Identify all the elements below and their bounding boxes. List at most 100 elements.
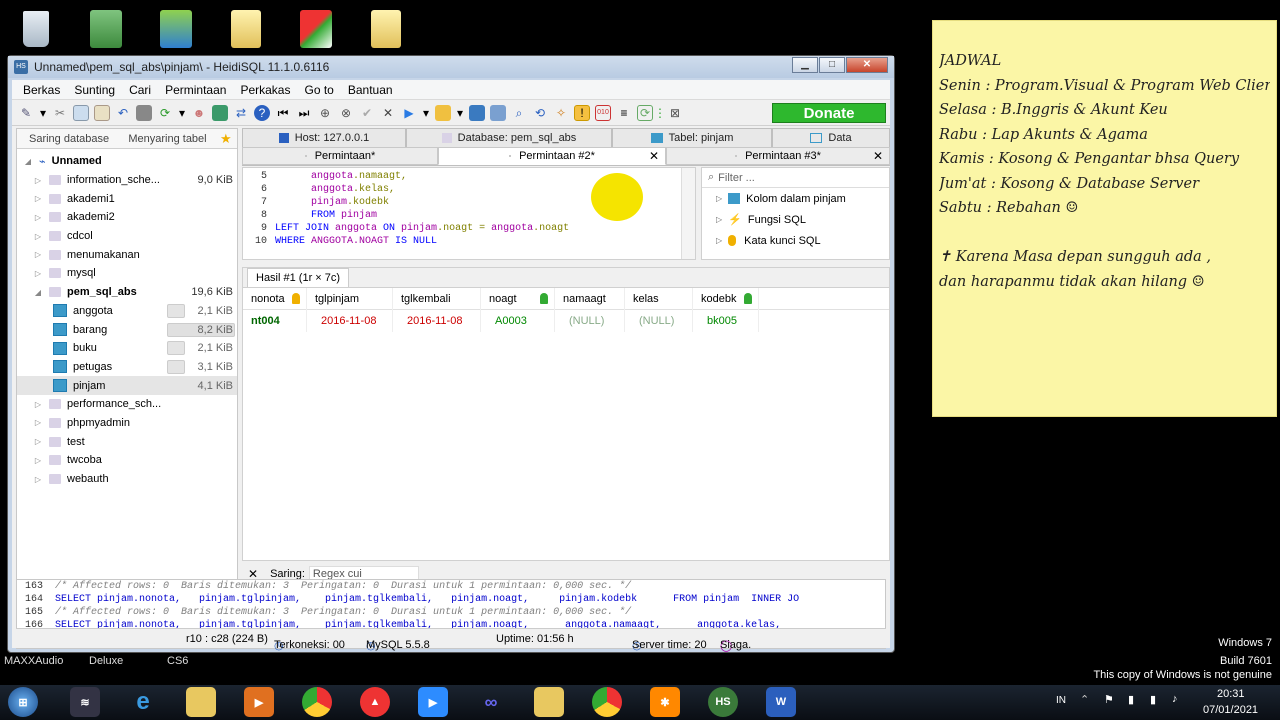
print-icon[interactable]: [136, 104, 152, 121]
tree-database[interactable]: ▷ menumakanan: [17, 245, 237, 264]
result-grid[interactable]: nonota tglpinjam tglkembali noagt namaagt kel…: [243, 287, 889, 332]
open-file-icon[interactable]: [435, 104, 451, 121]
start-button[interactable]: ⊞: [8, 687, 38, 717]
log-warnings-icon[interactable]: !: [574, 104, 590, 121]
tree-database[interactable]: ▷ webauth: [17, 470, 237, 489]
menu-bantuan[interactable]: Bantuan: [341, 83, 400, 97]
tree-table[interactable]: barang 8,2 KiB: [17, 320, 237, 339]
table-cell[interactable]: (NULL): [555, 310, 625, 332]
undo-icon[interactable]: ↶: [115, 105, 131, 121]
tab-table[interactable]: Tabel: pinjam: [612, 128, 772, 147]
maximize-button[interactable]: □: [819, 57, 845, 73]
menu-berkas[interactable]: Berkas: [16, 83, 67, 97]
column-header[interactable]: namaagt: [555, 287, 625, 310]
filter-database-tab[interactable]: Saring database: [17, 133, 116, 145]
media-player-icon[interactable]: ▶: [244, 687, 274, 717]
help-icon[interactable]: ?: [254, 104, 270, 121]
infinity-icon[interactable]: ∞: [476, 687, 506, 717]
table-cell[interactable]: 2016-11-08: [307, 310, 393, 332]
tree-database[interactable]: ▷ test: [17, 432, 237, 451]
title-bar[interactable]: HS Unnamed\pem_sql_abs\pinjam\ - HeidiSQ…: [8, 56, 894, 78]
menu-go-to[interactable]: Go to: [297, 83, 340, 97]
close-tab-icon[interactable]: ✕: [649, 149, 659, 163]
save-icon[interactable]: [469, 104, 485, 121]
filter-table-tab[interactable]: Menyaring tabel: [116, 133, 214, 145]
xampp-icon[interactable]: ✱: [650, 687, 680, 717]
sticky-note[interactable]: JADWAL Senin : Program.Visual & Program W…: [932, 20, 1277, 417]
tray-expand-icon[interactable]: ⌃: [1080, 693, 1089, 706]
tab-query-1[interactable]: Permintaan*: [242, 147, 438, 165]
save-snippet-icon[interactable]: [490, 104, 506, 121]
column-header[interactable]: noagt: [481, 287, 555, 310]
tree-root[interactable]: ◢ ⌁ Unnamed: [17, 152, 237, 171]
tree-table[interactable]: anggota 2,1 KiB: [17, 302, 237, 321]
reformat-icon[interactable]: ✧: [553, 105, 569, 121]
chrome-icon[interactable]: [592, 687, 622, 717]
close-tab-icon[interactable]: ✕: [873, 149, 883, 163]
export-icon[interactable]: ⇄: [233, 105, 249, 121]
dropdown-arrow-icon[interactable]: ▾: [39, 105, 47, 121]
menu-perkakas[interactable]: Perkakas: [233, 83, 297, 97]
first-record-icon[interactable]: ⏮: [275, 105, 291, 121]
tab-data[interactable]: Data: [772, 128, 890, 147]
clock-date[interactable]: 07/01/2021: [1203, 704, 1258, 716]
sql-editor[interactable]: 5 anggota .namaagt, 6 anggota .kelas, 7 pinj…: [242, 167, 696, 260]
helper-filter-input[interactable]: ⌕ Filter ...: [702, 168, 889, 188]
menu-sunting[interactable]: Sunting: [67, 83, 122, 97]
helper-item[interactable]: ▷ Kolom dalam pinjam: [702, 188, 889, 209]
disconnect-icon[interactable]: ✂: [52, 105, 68, 121]
desktop-label[interactable]: MAXXAudio: [4, 655, 63, 667]
replace-icon[interactable]: ⟲: [532, 105, 548, 121]
internet-explorer-icon[interactable]: e: [128, 687, 158, 717]
menu-permintaan[interactable]: Permintaan: [158, 83, 233, 97]
column-header[interactable]: nonota: [243, 287, 307, 310]
binary-display-icon[interactable]: 010: [595, 104, 611, 121]
desktop-label[interactable]: Deluxe: [89, 655, 123, 667]
minimize-button[interactable]: ▁: [792, 57, 818, 73]
refresh-icon[interactable]: ⟳: [157, 105, 173, 121]
folder-icon[interactable]: [364, 6, 408, 52]
tree-database-active[interactable]: ◢ pem_sql_abs 19,6 KiB: [17, 283, 237, 302]
tab-query-3[interactable]: Permintaan #3* ✕: [666, 147, 890, 165]
app-icon[interactable]: ▲: [360, 687, 390, 717]
explorer-icon[interactable]: [186, 687, 216, 717]
user-manager-icon[interactable]: ☻: [191, 105, 207, 121]
post-row-icon[interactable]: ✔: [359, 105, 375, 121]
helper-item[interactable]: ▷ Kata kunci SQL: [702, 230, 889, 251]
tree-table[interactable]: petugas 3,1 KiB: [17, 358, 237, 377]
network-icon[interactable]: ▮: [1150, 693, 1156, 706]
table-cell[interactable]: nt004: [243, 310, 307, 332]
tab-database[interactable]: Database: pem_sql_abs: [406, 128, 612, 147]
column-header[interactable]: kelas: [625, 287, 693, 310]
session-manager-icon[interactable]: ✎: [18, 105, 34, 121]
tree-table[interactable]: pinjam 4,1 KiB: [17, 376, 237, 395]
wrap-lines-icon[interactable]: ≡: [616, 105, 632, 121]
desktop-label[interactable]: CS6: [167, 655, 188, 667]
tree-database[interactable]: ▷ performance_sch...: [17, 395, 237, 414]
active-filter-icon[interactable]: ⟳: [637, 104, 653, 121]
last-record-icon[interactable]: ⏭: [296, 105, 312, 121]
dropdown-arrow-icon[interactable]: ▾: [178, 105, 186, 121]
column-header[interactable]: kodebk: [693, 287, 759, 310]
editor-scrollbar[interactable]: [681, 168, 695, 259]
word-icon[interactable]: W: [766, 687, 796, 717]
flag-icon[interactable]: ⚑: [1104, 693, 1114, 706]
media-shortcut-icon[interactable]: [294, 6, 338, 52]
clock-time[interactable]: 20:31: [1217, 688, 1245, 700]
program-shortcut-icon[interactable]: [84, 6, 128, 52]
recycle-bin-icon[interactable]: [14, 6, 58, 52]
language-indicator[interactable]: IN: [1056, 695, 1066, 706]
heidisql-taskbar-icon[interactable]: HS: [708, 687, 738, 717]
run-query-icon[interactable]: ▶: [401, 105, 417, 121]
zoom-icon[interactable]: ▶: [418, 687, 448, 717]
donate-button[interactable]: Donate: [772, 103, 886, 123]
tree-table[interactable]: buku 2,1 KiB: [17, 339, 237, 358]
star-icon[interactable]: ★: [214, 131, 237, 147]
dropdown-arrow-icon[interactable]: ▾: [456, 105, 464, 121]
helper-item[interactable]: ▷ ⚡ Fungsi SQL: [702, 209, 889, 230]
column-header[interactable]: tglpinjam: [307, 287, 393, 310]
chrome-icon[interactable]: [302, 687, 332, 717]
result-tab[interactable]: Hasil #1 (1r × 7c): [247, 268, 350, 287]
find-icon[interactable]: ⌕: [511, 105, 527, 121]
tab-query-2[interactable]: Permintaan #2* ✕: [438, 147, 666, 165]
